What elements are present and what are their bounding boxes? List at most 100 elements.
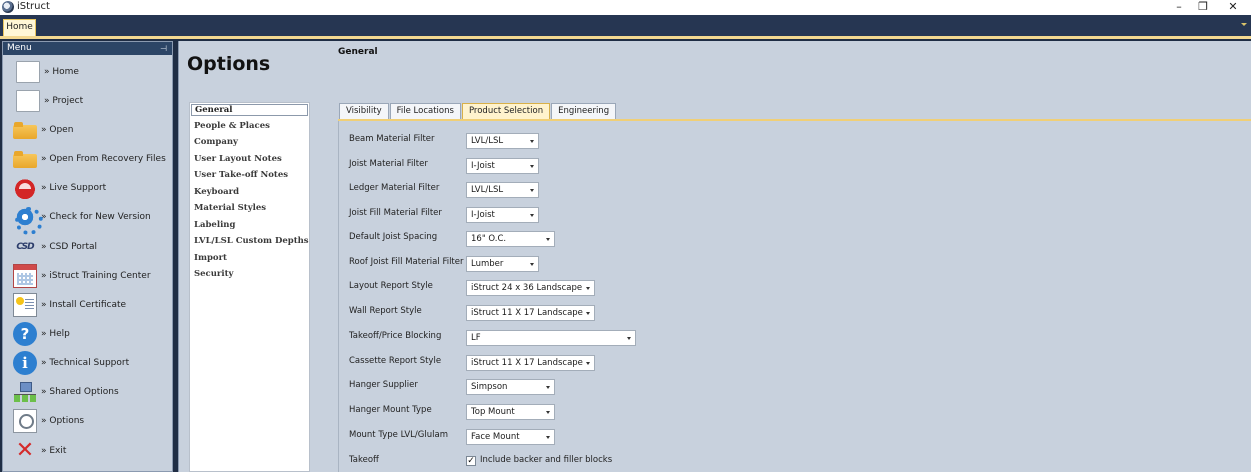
field-label: Cassette Report Style [349,356,442,366]
category-material-styles[interactable]: Material Styles [194,203,266,213]
select-value: I-Joist [471,210,495,220]
wall-report-style-select[interactable]: iStruct 11 X 17 Landscape [466,305,595,321]
menu-item-label: » Install Certificate [41,300,127,310]
menu-item-open-recovery[interactable]: » Open From Recovery Files [13,146,173,172]
ribbon-expand-icon[interactable] [1241,23,1247,26]
category-keyboard[interactable]: Keyboard [194,187,239,197]
page-icon [16,61,40,83]
options-panel: Options General General People & Places … [178,41,1251,472]
menu-item-csd-portal[interactable]: CSD » CSD Portal [13,234,173,260]
select-value: Face Mount [471,432,520,442]
menu-item-live-support[interactable]: » Live Support [13,175,173,201]
chevron-down-icon [546,386,550,389]
category-security[interactable]: Security [194,269,233,279]
options-tabs: Visibility File Locations Product Select… [339,103,617,119]
section-title: General [338,47,378,57]
close-button[interactable]: ✕ [1221,0,1245,15]
tab-file-locations[interactable]: File Locations [389,103,461,119]
select-value: iStruct 24 x 36 Landscape [471,283,583,293]
tab-engineering[interactable]: Engineering [551,103,617,119]
menu-item-label: » Project [44,96,84,106]
menu-item-help[interactable]: ? » Help [13,321,173,347]
chevron-down-icon [530,140,534,143]
menu-item-check-version[interactable]: » Check for New Version [13,204,173,235]
menu-item-shared-options[interactable]: » Shared Options [13,379,173,405]
select-value: I-Joist [471,161,495,171]
category-user-takeoff-notes[interactable]: User Take-off Notes [194,170,288,180]
menu-item-label: » Check for New Version [41,212,151,222]
folder-icon [13,147,37,171]
roof-joist-fill-material-filter-select[interactable]: Lumber [466,256,539,272]
page-icon [16,90,40,112]
exit-icon: ✕ [15,438,35,463]
category-import[interactable]: Import [194,253,227,263]
menu-item-project[interactable]: » Project [13,88,173,114]
menu-header-label: Menu [7,43,32,53]
joist-material-filter-select[interactable]: I-Joist [466,158,539,174]
chevron-down-icon [546,238,550,241]
category-company[interactable]: Company [194,137,238,147]
menu-item-technical-support[interactable]: i » Technical Support [13,350,173,376]
field-label: Wall Report Style [349,306,422,316]
category-people-places[interactable]: People & Places [194,121,270,131]
select-value: 16" O.C. [471,234,507,244]
joist-fill-material-filter-select[interactable]: I-Joist [466,207,539,223]
beam-material-filter-select[interactable]: LVL/LSL [466,133,539,149]
select-value: iStruct 11 X 17 Landscape [471,358,583,368]
tab-product-selection[interactable]: Product Selection [461,103,551,119]
ribbon-divider [0,36,1251,39]
chevron-down-icon [546,436,550,439]
field-takeoff: Takeoff ✓ Include backer and filler bloc… [349,454,749,470]
calendar-icon [13,264,37,288]
menu-item-exit[interactable]: ✕ » Exit [13,438,173,464]
category-general[interactable]: General [191,104,308,116]
takeoff-price-blocking-select[interactable]: LF [466,330,636,346]
layout-report-style-select[interactable]: iStruct 24 x 36 Landscape [466,280,595,296]
category-user-layout-notes[interactable]: User Layout Notes [194,154,282,164]
side-menu: Menu ⊣ » Home » Project » Open » Open Fr… [2,41,173,472]
minimize-button[interactable]: – [1167,0,1191,15]
ribbon-tab-home[interactable]: Home [3,19,36,36]
field-label: Joist Material Filter [349,159,428,169]
menu-item-options[interactable]: » Options [13,408,173,434]
chevron-down-icon [530,165,534,168]
select-value: iStruct 11 X 17 Landscape [471,308,583,318]
chevron-down-icon [546,411,550,414]
menu-item-home[interactable]: » Home [13,59,173,85]
category-lvl-lsl-custom-depths[interactable]: LVL/LSL Custom Depths [194,236,309,246]
menu-item-label: » Help [41,329,70,339]
checkbox-label[interactable]: Include backer and filler blocks [480,455,612,465]
ledger-material-filter-select[interactable]: LVL/LSL [466,182,539,198]
select-value: LF [471,333,481,343]
field-label: Hanger Supplier [349,380,418,390]
menu-item-open[interactable]: » Open [13,117,173,143]
menu-item-label: » iStruct Training Center [41,271,151,281]
cassette-report-style-select[interactable]: iStruct 11 X 17 Landscape [466,355,595,371]
page-title: Options [187,53,271,75]
gear-icon [13,205,43,235]
title-bar: iStruct – ❐ ✕ [0,0,1251,15]
include-backer-filler-checkbox[interactable]: ✓ [466,456,476,466]
hanger-mount-type-select[interactable]: Top Mount [466,404,555,420]
certificate-icon [13,293,37,317]
field-label: Roof Joist Fill Material Filter [349,257,464,267]
menu-item-label: » Home [44,67,79,77]
mount-type-lvl-glulam-select[interactable]: Face Mount [466,429,555,445]
pin-icon[interactable]: ⊣ [160,42,167,55]
field-label: Takeoff [349,455,379,465]
info-icon: i [13,351,37,375]
field-label: Beam Material Filter [349,134,435,144]
category-labeling[interactable]: Labeling [194,220,235,230]
field-label: Layout Report Style [349,281,433,291]
select-value: Lumber [471,259,504,269]
chevron-down-icon [530,263,534,266]
help-icon: ? [13,322,37,346]
menu-item-label: » Options [41,416,85,426]
menu-item-install-certificate[interactable]: » Install Certificate [13,292,173,318]
tab-visibility[interactable]: Visibility [339,103,389,119]
default-joist-spacing-select[interactable]: 16" O.C. [466,231,555,247]
restore-button[interactable]: ❐ [1191,0,1215,15]
menu-item-label: » Open From Recovery Files [41,154,166,164]
hanger-supplier-select[interactable]: Simpson [466,379,555,395]
menu-item-training-center[interactable]: » iStruct Training Center [13,263,173,289]
